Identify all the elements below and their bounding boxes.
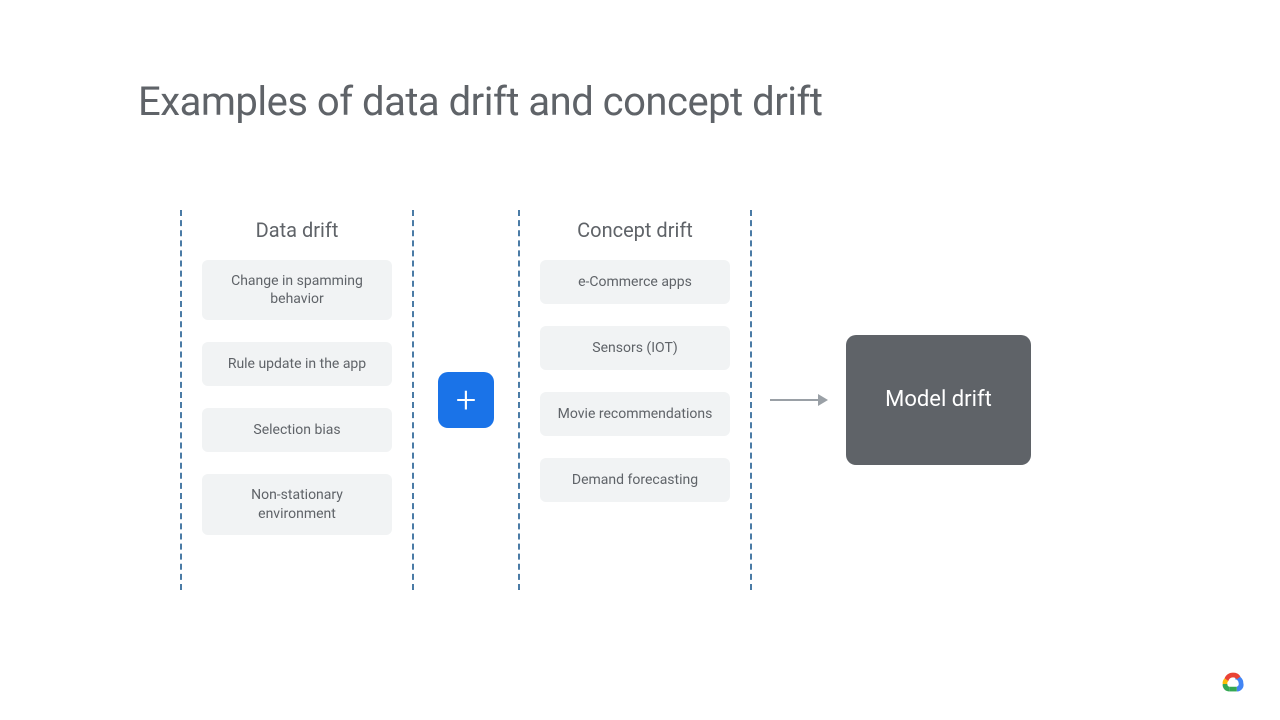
concept-drift-heading: Concept drift: [577, 218, 693, 242]
diagram-container: Data drift Change in spamming behavior R…: [180, 200, 1100, 600]
concept-drift-item: e-Commerce apps: [540, 260, 730, 304]
result-box: Model drift: [846, 335, 1031, 465]
plus-operator: +: [438, 372, 494, 428]
data-drift-item: Change in spamming behavior: [202, 260, 392, 320]
concept-drift-item: Movie recommendations: [540, 392, 730, 436]
column-divider: [412, 210, 414, 590]
concept-drift-item: Sensors (IOT): [540, 326, 730, 370]
data-drift-column: Data drift Change in spamming behavior R…: [180, 210, 414, 590]
concept-drift-item: Demand forecasting: [540, 458, 730, 502]
concept-drift-column: Concept drift e-Commerce apps Sensors (I…: [518, 210, 752, 590]
google-cloud-logo-icon: [1218, 670, 1248, 696]
slide-title: Examples of data drift and concept drift: [138, 78, 822, 125]
data-drift-item: Rule update in the app: [202, 342, 392, 386]
data-drift-item: Selection bias: [202, 408, 392, 452]
data-drift-item: Non-stationary environment: [202, 474, 392, 534]
data-drift-heading: Data drift: [256, 218, 339, 242]
plus-icon: +: [456, 382, 476, 418]
result-label: Model drift: [885, 386, 992, 415]
column-divider: [750, 210, 752, 590]
arrow-icon: [770, 394, 828, 406]
